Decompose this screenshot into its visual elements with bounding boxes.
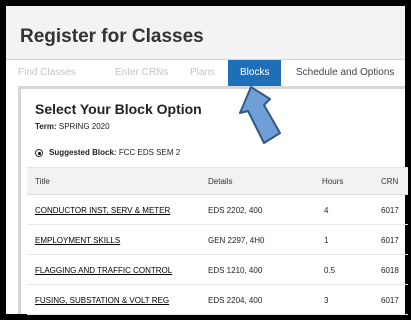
course-title-link[interactable]: FUSING, SUBSTATION & VOLT REG: [35, 296, 169, 305]
course-crn: 6017: [381, 236, 399, 245]
column-header-hours: Hours: [322, 177, 344, 186]
course-hours: 4: [324, 206, 329, 215]
course-hours: 3: [324, 296, 329, 305]
term-info: Term: SPRING 2020: [35, 122, 110, 131]
page-title: Register for Classes: [20, 26, 204, 47]
column-header-details: Details: [208, 177, 233, 186]
course-title-link[interactable]: FLAGGING AND TRAFFIC CONTROL: [35, 266, 172, 275]
course-title-link[interactable]: CONDUCTOR INST, SERV & METER: [35, 206, 170, 215]
course-hours: 1: [324, 236, 329, 245]
table-row: FLAGGING AND TRAFFIC CONTROL EDS 1210, 4…: [27, 255, 408, 285]
table-header: Title Details Hours CRN: [27, 167, 408, 195]
panel-title: Select Your Block Option: [35, 101, 202, 117]
course-details: EDS 2202, 400: [208, 206, 263, 215]
column-header-title: Title: [35, 177, 50, 186]
suggested-block-value: FCC EDS SEM 2: [118, 148, 181, 157]
block-option-panel: Select Your Block Option Term: SPRING 20…: [18, 86, 408, 315]
pointer-arrow-icon: [239, 86, 281, 144]
term-label: Term:: [35, 122, 57, 131]
tab-enter-crns[interactable]: Enter CRNs: [115, 60, 168, 86]
tab-find-classes[interactable]: Find Classes: [18, 60, 76, 86]
table-row: EMPLOYMENT SKILLS GEN 2297, 4H0 1 6017: [27, 225, 408, 255]
tab-plans[interactable]: Plans: [190, 60, 215, 86]
course-crn: 6018: [381, 266, 399, 275]
tab-schedule-and-options[interactable]: Schedule and Options: [296, 60, 394, 86]
suggested-block-radio[interactable]: [35, 149, 43, 157]
table-row: CONDUCTOR INST, SERV & METER EDS 2202, 4…: [27, 195, 408, 225]
suggested-block-key: Suggested Block:: [49, 148, 117, 157]
column-header-crn: CRN: [381, 177, 399, 186]
term-value: SPRING 2020: [58, 122, 110, 131]
suggested-block-label: Suggested Block: FCC EDS SEM 2: [49, 148, 180, 157]
course-hours: 0.5: [324, 266, 336, 275]
course-title-link[interactable]: EMPLOYMENT SKILLS: [35, 236, 120, 245]
course-crn: 6017: [381, 206, 399, 215]
course-details: EDS 1210, 400: [208, 266, 263, 275]
tab-blocks[interactable]: Blocks: [228, 60, 282, 86]
table-row: FUSING, SUBSTATION & VOLT REG EDS 2204, …: [27, 285, 408, 315]
course-details: GEN 2297, 4H0: [208, 236, 265, 245]
tab-bar: Find Classes Enter CRNs Plans Blocks Sch…: [6, 60, 405, 86]
course-details: EDS 2204, 400: [208, 296, 263, 305]
course-crn: 6017: [381, 296, 399, 305]
page-header: Register for Classes: [6, 6, 405, 60]
